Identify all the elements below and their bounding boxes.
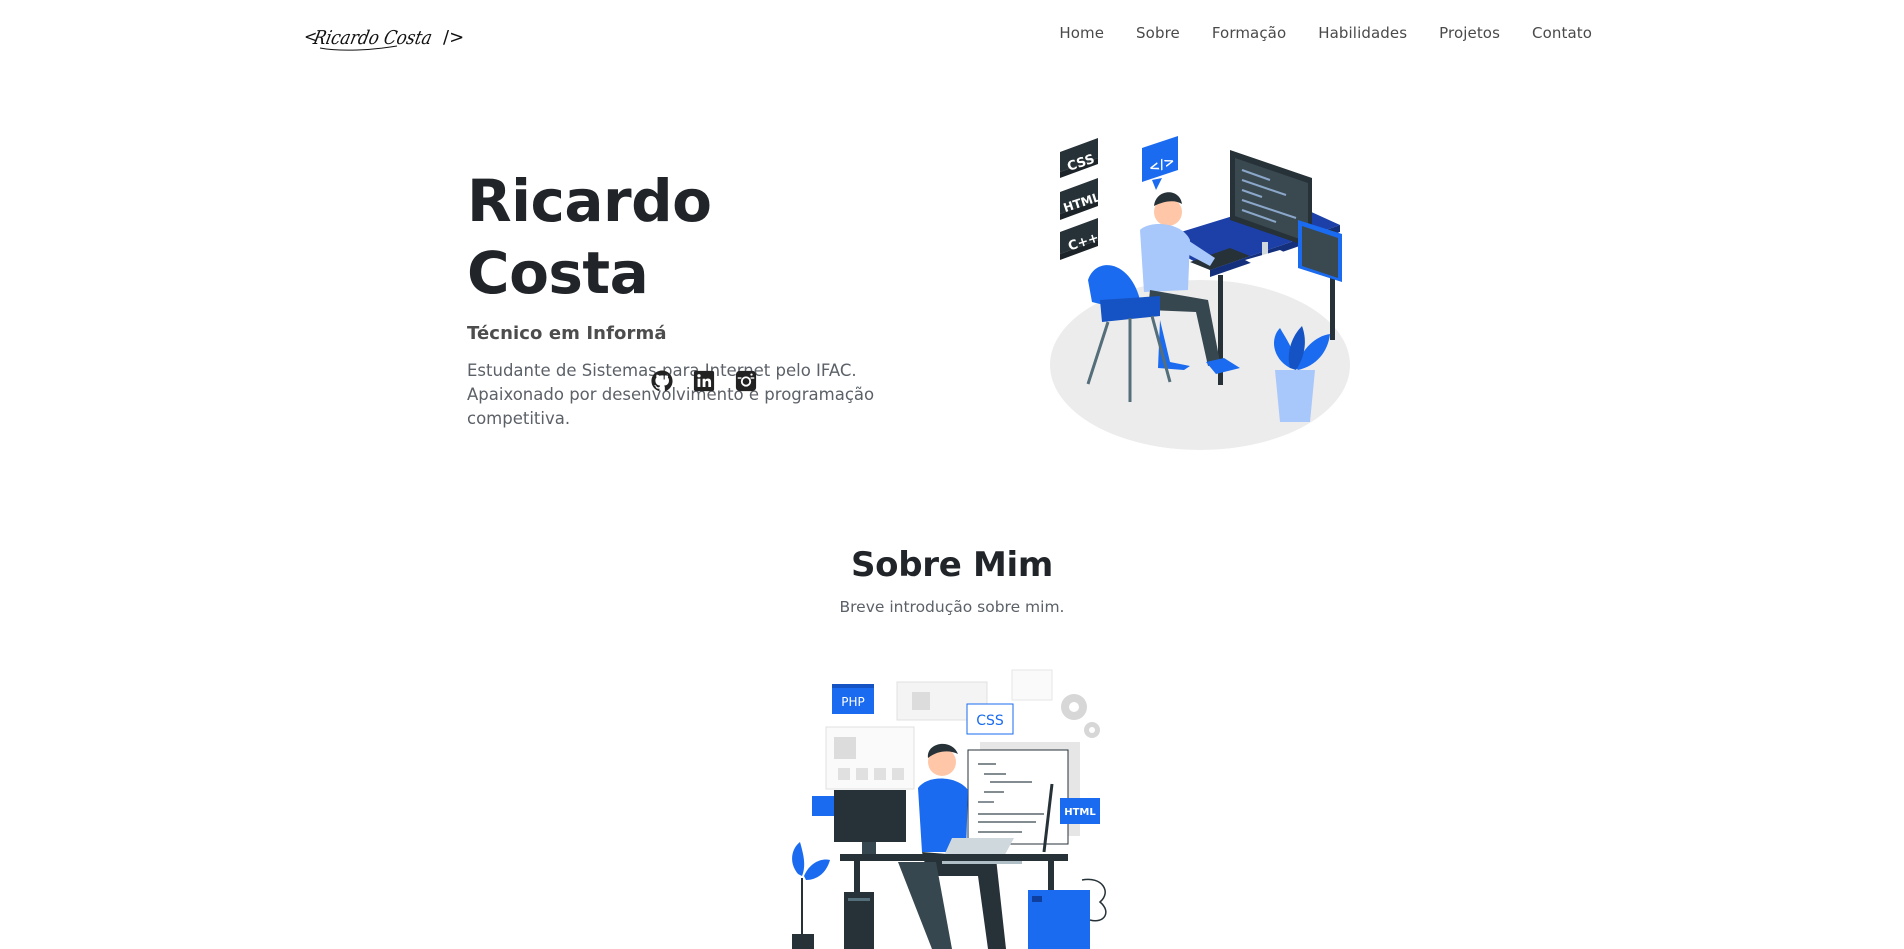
github-link[interactable] bbox=[651, 370, 673, 392]
hero-name: Ricardo Costa bbox=[467, 167, 712, 307]
logo-signature-icon: < Ricardo Costa /> bbox=[304, 26, 464, 51]
linkedin-icon bbox=[693, 370, 715, 392]
cpp-tag-icon: C++ bbox=[1060, 218, 1101, 260]
social-links bbox=[651, 370, 757, 392]
about-developer-illustration: PHP CSS HTML bbox=[782, 662, 1122, 949]
nav-link-sobre[interactable]: Sobre bbox=[1136, 24, 1180, 42]
svg-text:CSS: CSS bbox=[976, 713, 1004, 729]
code-bubble-icon: </> bbox=[1142, 136, 1178, 190]
about-subtitle: Breve introdução sobre mim. bbox=[839, 598, 1065, 616]
navbar: < Ricardo Costa /> Home Sobre Formação H… bbox=[0, 0, 1904, 70]
nav-link-habilidades[interactable]: Habilidades bbox=[1318, 24, 1407, 42]
nav-link-home[interactable]: Home bbox=[1059, 24, 1104, 42]
svg-text:Ricardo Costa: Ricardo Costa bbox=[311, 26, 435, 49]
svg-text:/>: /> bbox=[443, 27, 464, 48]
instagram-icon bbox=[735, 370, 757, 392]
linkedin-link[interactable] bbox=[693, 370, 715, 392]
nav-link-formacao[interactable]: Formação bbox=[1212, 24, 1286, 42]
logo[interactable]: < Ricardo Costa /> bbox=[302, 18, 467, 56]
hero-developer-illustration: CSS HTML C++ </> bbox=[1040, 130, 1360, 450]
svg-text:PHP: PHP bbox=[841, 695, 865, 709]
instagram-link[interactable] bbox=[735, 370, 757, 392]
about-title: Sobre Mim bbox=[850, 545, 1054, 585]
html-tag-icon: HTML bbox=[1060, 178, 1102, 220]
svg-text:HTML: HTML bbox=[1064, 807, 1096, 818]
nav-link-projetos[interactable]: Projetos bbox=[1439, 24, 1500, 42]
hero-subtitle: Técnico em Informá bbox=[467, 323, 667, 344]
css-tag-icon: CSS bbox=[1060, 138, 1098, 178]
nav-menu: Home Sobre Formação Habilidades Projetos… bbox=[1059, 24, 1592, 42]
github-icon bbox=[651, 370, 673, 392]
nav-link-contato[interactable]: Contato bbox=[1532, 24, 1592, 42]
